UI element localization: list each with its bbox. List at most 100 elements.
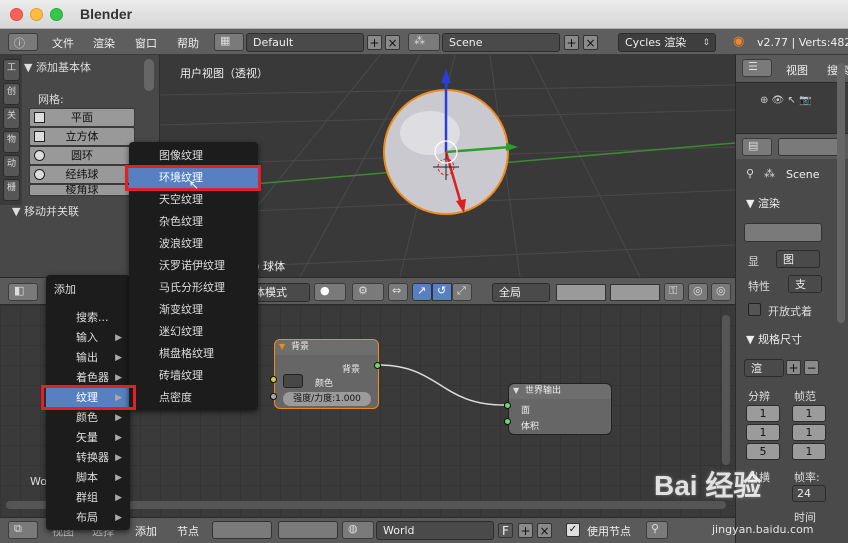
remove-scene-button[interactable]: × bbox=[583, 35, 598, 50]
tab-create[interactable]: 创 bbox=[3, 83, 20, 105]
strength-input-socket[interactable] bbox=[270, 393, 277, 400]
tab-animation[interactable]: 动 bbox=[3, 155, 20, 177]
menu-render[interactable]: 渲染 bbox=[93, 35, 115, 51]
pivot-button[interactable]: ⚙ bbox=[352, 283, 384, 301]
add-plane-button[interactable]: 平面 bbox=[29, 108, 135, 127]
add-uvsphere-button[interactable]: 经纬球 bbox=[29, 165, 135, 184]
close-window-button[interactable] bbox=[10, 8, 23, 21]
resolution-x-field[interactable]: 1 bbox=[746, 405, 780, 422]
resolution-y-field[interactable]: 1 bbox=[746, 424, 780, 441]
color-swatch[interactable] bbox=[283, 374, 303, 388]
render-panel-title[interactable]: ▼ 渲染 bbox=[746, 195, 780, 211]
fps-select[interactable]: 24 bbox=[792, 485, 826, 502]
add-layout-button[interactable]: + bbox=[367, 35, 382, 50]
properties-scrollbar[interactable] bbox=[837, 63, 845, 323]
add-menu-item[interactable]: 搜索... bbox=[46, 308, 130, 328]
frame-end-field[interactable]: 1 bbox=[792, 424, 826, 441]
add-primitive-panel-title[interactable]: ▼ 添加基本体 bbox=[24, 59, 91, 75]
world-name-field[interactable]: World bbox=[376, 521, 494, 540]
menu-help[interactable]: 帮助 bbox=[177, 35, 199, 51]
open-shading-checkbox[interactable] bbox=[748, 303, 761, 316]
world-output-node[interactable]: 世界输出 ▼ 面 体积 bbox=[508, 383, 612, 435]
vertical-scrollbar[interactable] bbox=[722, 315, 730, 465]
menu-node[interactable]: 节点 bbox=[177, 523, 199, 539]
outliner-view-menu[interactable]: 视图 bbox=[786, 62, 808, 78]
render-buttons[interactable] bbox=[744, 223, 822, 242]
scene-name-field[interactable]: Scene bbox=[442, 33, 560, 52]
use-nodes-checkbox[interactable]: ✓ bbox=[566, 523, 580, 537]
scale-toggle[interactable]: ⤢ bbox=[452, 283, 472, 301]
tab-physics[interactable]: 物 bbox=[3, 131, 20, 153]
texture-menu-item[interactable]: 砖墙纹理 bbox=[129, 365, 258, 387]
layout-selector-button[interactable]: ▦ bbox=[214, 33, 244, 51]
volume-input-socket[interactable] bbox=[504, 418, 511, 425]
pin-button[interactable]: ⚲ bbox=[646, 521, 668, 539]
add-menu-item[interactable]: 脚本 ▶ bbox=[46, 468, 130, 488]
remove-layout-button[interactable]: × bbox=[385, 35, 400, 50]
add-menu-item[interactable]: 矢量 ▶ bbox=[46, 428, 130, 448]
pin-icon[interactable]: ⚲ bbox=[746, 167, 754, 180]
tab-tools[interactable]: 工 bbox=[3, 59, 20, 81]
add-menu-item[interactable]: 群组 ▶ bbox=[46, 488, 130, 508]
texture-menu-item[interactable]: 沃罗诺伊纹理 bbox=[129, 255, 258, 277]
background-node[interactable]: 背景 ▼ 背景 颜色 强度/力度:1.000 bbox=[274, 339, 379, 409]
add-preset-button[interactable]: + bbox=[786, 360, 801, 375]
add-menu-item[interactable]: 转换器 ▶ bbox=[46, 448, 130, 468]
color-input-socket[interactable] bbox=[270, 376, 277, 383]
dimensions-panel-title[interactable]: ▼ 规格尺寸 bbox=[746, 331, 802, 347]
menu-add[interactable]: 添加 bbox=[135, 523, 157, 539]
world-datablock-button[interactable]: ◍ bbox=[342, 521, 374, 539]
layout-name-field[interactable]: Default bbox=[246, 33, 364, 52]
menu-window[interactable]: 窗口 bbox=[135, 35, 157, 51]
texture-menu-item[interactable]: 迷幻纹理 bbox=[129, 321, 258, 343]
tab-grease[interactable]: 栅 bbox=[3, 179, 20, 201]
add-menu-item[interactable]: 输出 ▶ bbox=[46, 348, 130, 368]
tab-relations[interactable]: 关 bbox=[3, 107, 20, 129]
render-engine-select[interactable]: Cycles 渲染 ⇕ bbox=[618, 33, 716, 52]
texture-menu-item[interactable]: 波浪纹理 bbox=[129, 233, 258, 255]
add-icosphere-button[interactable]: 棱角球 bbox=[29, 184, 135, 196]
add-scene-button[interactable]: + bbox=[564, 35, 579, 50]
add-menu-item[interactable]: 输入 ▶ bbox=[46, 328, 130, 348]
display-select[interactable]: 图 bbox=[776, 250, 820, 268]
strength-field[interactable]: 强度/力度:1.000 bbox=[283, 392, 371, 406]
node-editor-type-button[interactable]: ⧉ bbox=[8, 521, 38, 539]
translate-toggle[interactable]: ↗ bbox=[412, 283, 432, 301]
fake-user-button[interactable]: F bbox=[498, 523, 513, 538]
move-link-panel-title[interactable]: ▼ 移动并关联 bbox=[12, 203, 79, 219]
manipulator-toggle[interactable]: ⇔ bbox=[388, 283, 408, 301]
texture-menu-item[interactable]: 点密度 bbox=[129, 387, 258, 409]
add-circle-button[interactable]: 圆环 bbox=[29, 146, 135, 165]
background-output-socket[interactable] bbox=[374, 362, 381, 369]
viewport-editor-type-button[interactable]: ◧ bbox=[8, 283, 38, 301]
editor-type-button[interactable]: ⓘ bbox=[8, 33, 38, 51]
frame-start-field[interactable]: 1 bbox=[792, 405, 826, 422]
scene-selector-button[interactable]: ⁂ bbox=[408, 33, 440, 51]
shader-object-buttons[interactable] bbox=[278, 521, 338, 539]
toolshelf-scrollbar[interactable] bbox=[144, 59, 154, 91]
outliner-type-button[interactable]: ☰ bbox=[742, 59, 772, 77]
transform-orientation-select[interactable]: 全局 bbox=[492, 283, 550, 302]
context-tabs[interactable] bbox=[778, 138, 844, 156]
menu-file[interactable]: 文件 bbox=[52, 35, 74, 51]
texture-menu-item[interactable]: 棋盘格纹理 bbox=[129, 343, 258, 365]
preset-select[interactable]: 渲 bbox=[744, 359, 784, 377]
add-world-button[interactable]: + bbox=[518, 523, 533, 538]
texture-menu-item[interactable]: 马氏分形纹理 bbox=[129, 277, 258, 299]
properties-type-button[interactable]: ▤ bbox=[742, 138, 772, 156]
resolution-percent-field[interactable]: 5 bbox=[746, 443, 780, 460]
outliner-tree[interactable]: ⊕ 👁 ↖ 📷 bbox=[736, 83, 848, 133]
add-menu-item[interactable]: 颜色 ▶ bbox=[46, 408, 130, 428]
render-preview-button[interactable]: ◎ bbox=[711, 283, 731, 301]
shading-button[interactable]: ● bbox=[314, 283, 346, 301]
frame-step-field[interactable]: 1 bbox=[792, 443, 826, 460]
collapse-icon[interactable]: ▼ bbox=[279, 342, 285, 351]
maximize-window-button[interactable] bbox=[50, 8, 63, 21]
texture-menu-item[interactable]: 图像纹理 bbox=[129, 145, 258, 167]
add-menu-item[interactable]: 布局 ▶ bbox=[46, 508, 130, 528]
layer-buttons-2[interactable] bbox=[610, 284, 660, 301]
layer-buttons-1[interactable] bbox=[556, 284, 606, 301]
remove-preset-button[interactable]: − bbox=[804, 360, 819, 375]
minimize-window-button[interactable] bbox=[30, 8, 43, 21]
remove-world-button[interactable]: × bbox=[537, 523, 552, 538]
